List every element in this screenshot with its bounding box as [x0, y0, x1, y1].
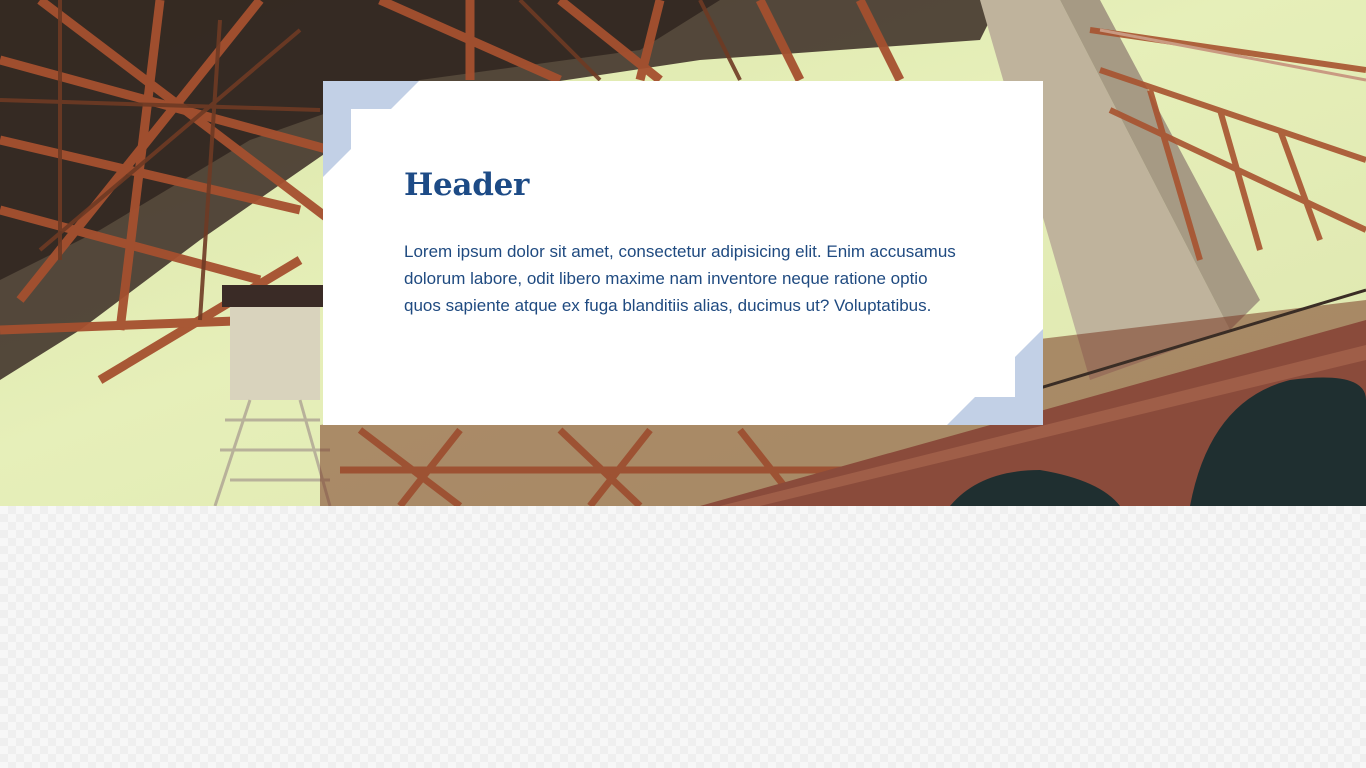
content-card: Header Lorem ipsum dolor sit amet, conse…	[323, 81, 1043, 425]
card-body-text: Lorem ipsum dolor sit amet, consectetur …	[404, 242, 956, 315]
corner-accent-top-left	[323, 81, 419, 177]
page-background	[0, 506, 1366, 768]
card-title: Header	[404, 167, 530, 203]
corner-accent-bottom-right	[947, 329, 1043, 425]
